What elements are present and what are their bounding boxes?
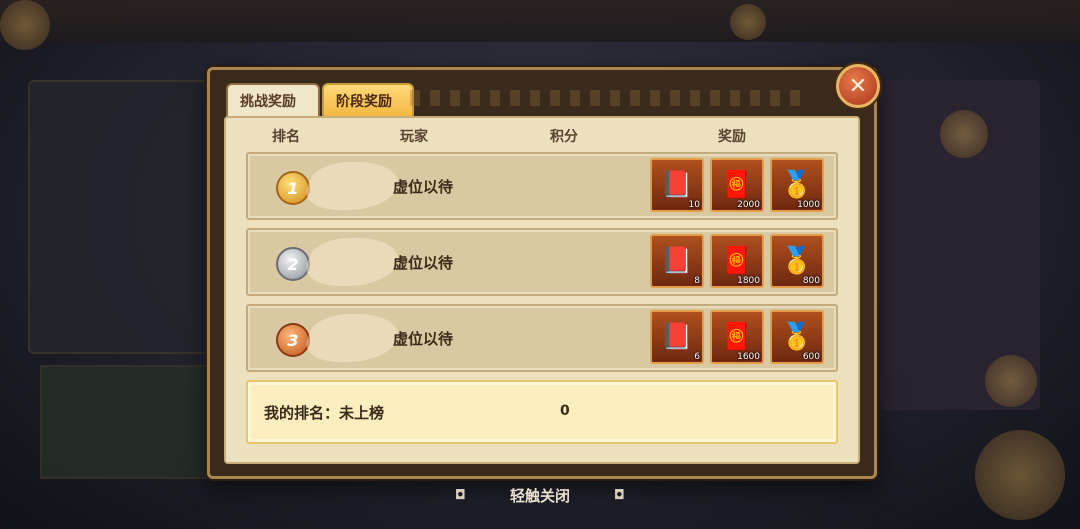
background-orb	[0, 0, 50, 50]
reward-count: 600	[802, 352, 820, 362]
table-header: 排名 玩家 积分 奖励	[226, 126, 858, 146]
background-chat-panel	[40, 365, 214, 479]
reward-count: 800	[802, 276, 820, 286]
reward-item[interactable]: 📕 6	[650, 310, 704, 364]
rank-number: 3	[287, 330, 299, 350]
gold-ingot-icon: 🥇	[780, 170, 814, 200]
header-score: 积分	[550, 129, 578, 145]
reward-list: 📕 8 🧧 1800 🥇 800	[650, 234, 824, 288]
background-orb	[730, 4, 766, 40]
silver-medal-icon: 2	[276, 247, 310, 281]
background-top-bar	[0, 0, 1080, 42]
reward-dialog: 挑战奖励 阶段奖励 ✕ 排名 玩家 积分 奖励 1 虚位以待 📕 10 🧧 2000…	[207, 64, 880, 479]
table-row: 2 虚位以待 📕 8 🧧 1800 🥇 800	[246, 228, 838, 296]
bronze-medal-icon: 3	[276, 323, 310, 357]
my-rank-score: 0	[560, 403, 570, 419]
reward-item[interactable]: 🥇 1000	[770, 158, 824, 212]
header-player: 玩家	[400, 129, 428, 145]
red-envelope-icon: 🧧	[720, 170, 754, 200]
background-left-panel	[28, 80, 222, 354]
ranking-panel: 排名 玩家 积分 奖励 1 虚位以待 📕 10 🧧 2000 🥇 1000 2 虚位以…	[224, 116, 860, 464]
rank-number: 2	[287, 254, 299, 274]
header-rank: 排名	[272, 129, 300, 145]
rank-number: 1	[287, 178, 299, 198]
background-orb	[975, 430, 1065, 520]
book-icon: 📕	[660, 322, 694, 352]
my-rank-row: 我的排名：未上榜 0	[246, 380, 838, 444]
tab-label: 阶段奖励	[336, 94, 392, 110]
reward-item[interactable]: 🥇 800	[770, 234, 824, 288]
reward-item[interactable]: 🧧 1600	[710, 310, 764, 364]
player-name: 虚位以待	[393, 178, 454, 196]
touch-close-label: 轻触关闭	[509, 486, 570, 505]
frame-ornament	[410, 90, 810, 106]
reward-count: 1600	[737, 352, 760, 362]
avatar-placeholder	[299, 162, 407, 210]
table-row: 3 虚位以待 📕 6 🧧 1600 🥇 600	[246, 304, 838, 372]
reward-item[interactable]: 🥇 600	[770, 310, 824, 364]
close-button[interactable]: ✕	[836, 64, 880, 108]
background-orb	[985, 355, 1037, 407]
player-name: 虚位以待	[393, 254, 454, 272]
red-envelope-icon: 🧧	[720, 322, 754, 352]
reward-count: 2000	[737, 200, 760, 210]
red-envelope-icon: 🧧	[720, 246, 754, 276]
tab-label: 挑战奖励	[240, 94, 296, 110]
reward-item[interactable]: 🧧 1800	[710, 234, 764, 288]
reward-count: 8	[694, 276, 700, 286]
reward-count: 10	[688, 200, 700, 210]
book-icon: 📕	[660, 246, 694, 276]
avatar-placeholder	[299, 238, 407, 286]
close-x-icon: ✕	[848, 73, 868, 99]
tab-challenge-rewards[interactable]: 挑战奖励	[226, 83, 320, 117]
tab-stage-rewards[interactable]: 阶段奖励	[322, 83, 414, 117]
touch-to-close[interactable]: ◘ 轻触关闭 ◘	[455, 484, 625, 506]
reward-list: 📕 10 🧧 2000 🥇 1000	[650, 158, 824, 212]
background-orb	[940, 110, 988, 158]
right-ornament-icon: ◘	[614, 487, 625, 503]
table-row: 1 虚位以待 📕 10 🧧 2000 🥇 1000	[246, 152, 838, 220]
reward-count: 6	[694, 352, 700, 362]
reward-count: 1000	[797, 200, 820, 210]
reward-count: 1800	[737, 276, 760, 286]
gold-medal-icon: 1	[276, 171, 310, 205]
reward-item[interactable]: 🧧 2000	[710, 158, 764, 212]
my-rank-label: 我的排名：未上榜	[264, 404, 385, 422]
player-name: 虚位以待	[393, 330, 454, 348]
reward-item[interactable]: 📕 8	[650, 234, 704, 288]
reward-list: 📕 6 🧧 1600 🥇 600	[650, 310, 824, 364]
left-ornament-icon: ◘	[455, 487, 466, 503]
book-icon: 📕	[660, 170, 694, 200]
header-reward: 奖励	[718, 129, 746, 145]
reward-item[interactable]: 📕 10	[650, 158, 704, 212]
avatar-placeholder	[299, 314, 407, 362]
gold-ingot-icon: 🥇	[780, 246, 814, 276]
gold-ingot-icon: 🥇	[780, 322, 814, 352]
